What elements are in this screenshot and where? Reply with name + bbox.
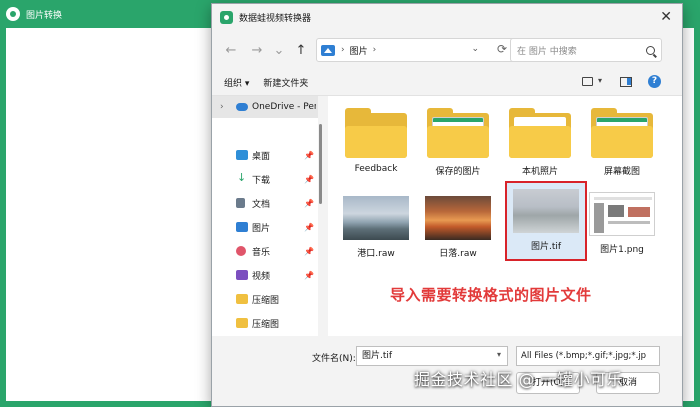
dialog-title: 数据蛙视频转换器 [239,13,312,24]
sidebar-item-label: 图片 [252,223,271,234]
recent-locations-chevron-icon[interactable]: ⌄ [268,43,290,58]
filename-dropdown-icon[interactable]: ▾ [497,350,501,359]
sidebar-item-label: 文档 [252,199,271,210]
address-history-chevron-icon[interactable]: ⌄ [471,44,479,54]
refresh-icon[interactable]: ⟳ [497,42,507,56]
file-name: 图片.tif [530,242,562,252]
folder-icon [236,318,248,328]
file-item-sunset-raw[interactable]: 日落.raw [414,196,502,259]
sidebar-item-music[interactable]: 音乐 📌 [212,240,318,262]
image-thumbnail [513,189,579,233]
view-mode-dropdown-icon[interactable]: ▾ [598,76,602,85]
preview-pane-icon[interactable] [620,77,632,87]
pin-icon: 📌 [304,222,314,232]
file-item-screenshots-folder[interactable]: 屏幕截图 [578,108,666,177]
pin-icon: 📌 [304,150,314,160]
pin-icon: 📌 [304,246,314,256]
pin-icon: 📌 [304,174,314,184]
dialog-titlebar: 数据蛙视频转换器 ✕ [212,4,682,30]
file-name: Feedback [354,164,398,174]
sidebar-item-label: 下载 [252,175,271,186]
search-input[interactable]: 在 图片 中搜索 [510,38,662,62]
organize-menu-button[interactable]: 组织 ▾ [224,76,249,89]
close-icon[interactable]: ✕ [660,9,672,25]
sidebar-item-label: 桌面 [252,151,271,162]
file-name: 本机照片 [521,167,558,177]
help-icon[interactable]: ? [648,75,661,88]
sidebar-item-label: OneDrive - Per [252,102,316,112]
sidebar-item-onedrive[interactable]: › OneDrive - Per [212,96,318,118]
back-arrow-icon[interactable]: ← [220,43,242,58]
picture-icon [236,222,248,232]
file-item-camera-roll-folder[interactable]: 本机照片 [496,108,584,177]
dialog-app-logo-icon [220,10,233,24]
background-app-title: 图片转换 [26,10,63,21]
filename-input[interactable]: 图片.tif [356,346,508,366]
music-icon [236,246,246,256]
sidebar-item-label: 压缩图 [252,295,280,306]
sidebar-item-compressed-1[interactable]: 压缩图 [212,288,318,310]
sidebar-item-downloads[interactable]: 下载 📌 [212,168,318,190]
app-logo-icon [6,7,20,21]
file-item-harbor-raw[interactable]: 港口.raw [332,196,420,259]
breadcrumb-separator: › [341,45,345,55]
folder-icon [591,108,653,158]
file-name: 港口.raw [357,249,395,259]
file-item-saved-pictures-folder[interactable]: 保存的图片 [414,108,502,177]
breadcrumb-separator-trailing[interactable]: › [373,45,377,55]
breadcrumb-pictures[interactable]: 图片 [350,44,368,57]
up-arrow-icon[interactable]: ↑ [290,43,312,58]
scrollbar-thumb[interactable] [319,124,322,204]
sidebar-item-label: 视频 [252,271,271,282]
new-folder-button[interactable]: 新建文件夹 [263,76,308,89]
watermark-text: 掘金技术社区 @ 一罐小可乐 [414,370,624,389]
sidebar-item-desktop[interactable]: 桌面 📌 [212,144,318,166]
image-thumbnail [343,196,409,240]
sidebar-item-label: 压缩图 [252,319,280,330]
expand-chevron-icon[interactable]: › [220,102,224,112]
file-type-filter-select[interactable]: All Files (*.bmp;*.gif;*.jpg;*.jp [516,346,660,366]
forward-arrow-icon[interactable]: → [246,43,268,58]
search-placeholder: 在 图片 中搜索 [517,46,577,57]
image-thumbnail [589,192,655,236]
open-file-dialog: 数据蛙视频转换器 ✕ ← → ⌄ ↑ › 图片 › ⌄ ⟳ 在 图片 中搜索 组… [211,3,683,407]
file-item-picture-tif[interactable]: 图片.tif [505,181,587,261]
file-item-feedback-folder[interactable]: Feedback [332,108,420,174]
pin-icon: 📌 [304,270,314,280]
desktop-icon [236,150,248,160]
folder-icon [427,108,489,158]
command-bar: 组织 ▾ 新建文件夹 ▾ ? [212,70,682,96]
sidebar-item-pictures[interactable]: 图片 📌 [212,216,318,238]
sidebar-item-label: 音乐 [252,247,271,258]
folder-icon [236,294,248,304]
file-name: 屏幕截图 [603,167,640,177]
sidebar-item-documents[interactable]: 文档 📌 [212,192,318,214]
download-icon [236,171,248,184]
pictures-location-icon [321,44,335,56]
pin-icon: 📌 [304,198,314,208]
sidebar-item-compressed-2[interactable]: 压缩图 [212,312,318,334]
image-thumbnail [425,196,491,240]
file-item-picture1-png[interactable]: 图片1.png [578,192,666,255]
annotation-text: 导入需要转换格式的图片文件 [390,286,592,304]
file-name: 日落.raw [439,249,477,259]
folder-icon [345,108,407,158]
file-name: 图片1.png [600,245,644,255]
video-icon [236,270,248,280]
folder-icon [509,108,571,158]
navigation-pane: › OneDrive - Per 桌面 📌 下载 📌 文档 📌 图片 📌 音乐 [212,96,320,336]
sidebar-item-videos[interactable]: 视频 📌 [212,264,318,286]
view-mode-icon[interactable] [582,77,593,86]
cloud-icon [236,103,248,111]
navigation-bar: ← → ⌄ ↑ › 图片 › ⌄ ⟳ 在 图片 中搜索 [212,32,682,68]
address-bar[interactable]: › 图片 › ⌄ ⟳ [316,38,516,62]
file-name: 保存的图片 [435,167,481,177]
search-icon [646,45,655,55]
navigation-pane-scrollbar[interactable] [318,96,324,336]
filename-label: 文件名(N): [312,354,356,364]
document-icon [236,198,245,208]
